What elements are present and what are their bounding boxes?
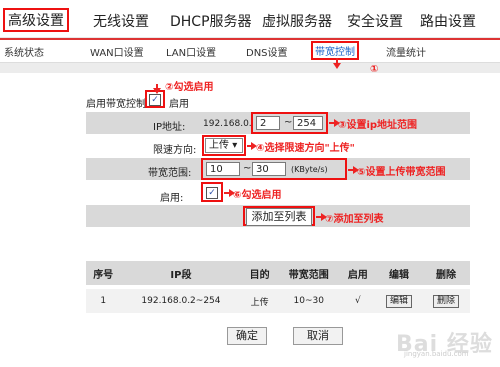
annotation-3: ③设置ip地址范围 <box>338 120 418 131</box>
sub-nav: 系统状态 WAN口设置 LAN口设置 DNS设置 带宽控制 流量统计 <box>0 40 500 62</box>
cell-direction: 上传 <box>241 287 278 313</box>
cancel-button[interactable]: 取消 <box>293 327 343 345</box>
rule-enable-label: 启用: <box>160 193 184 204</box>
enable-bandwidth-label: 启用带宽控制 <box>86 99 146 110</box>
cell-index: 1 <box>86 287 121 313</box>
ok-button[interactable]: 确定 <box>227 327 267 345</box>
bandwidth-label: 带宽范围: <box>148 168 192 179</box>
annotation-4: ④选择限速方向"上传" <box>256 143 355 154</box>
arrow-7 <box>316 213 327 221</box>
enable-text: 启用 <box>169 99 189 110</box>
arrow-1 <box>333 58 341 69</box>
ip-label: IP地址: <box>153 122 186 133</box>
subnav-wan-settings[interactable]: WAN口设置 <box>90 44 144 59</box>
bandwidth-separator: ~ <box>243 163 252 174</box>
nav-virtual-server[interactable]: 虚拟服务器 <box>262 11 332 31</box>
arrow-5 <box>348 166 359 174</box>
subnav-dns-settings[interactable]: DNS设置 <box>246 44 288 59</box>
bandwidth-unit: (KByte/s) <box>291 165 328 174</box>
watermark-url: jingyan.baidu.com <box>404 350 469 358</box>
subnav-lan-settings[interactable]: LAN口设置 <box>166 44 216 59</box>
annotation-6: ⑥勾选启用 <box>233 190 282 201</box>
direction-value: 上传 <box>209 140 229 151</box>
nav-wireless-settings[interactable]: 无线设置 <box>93 11 149 31</box>
add-to-list-button[interactable]: 添加至列表 <box>246 208 312 226</box>
table-row: 1 192.168.0.2~254 上传 10~30 √ 编辑 删除 <box>86 287 470 313</box>
header-bandwidth: 带宽范围 <box>277 261 340 289</box>
annotation-5: ⑤设置上传带宽范围 <box>357 167 446 178</box>
arrow-3 <box>329 119 340 127</box>
header-ip-range: IP段 <box>120 261 242 289</box>
annotation-1: ① <box>370 64 379 75</box>
annotation-2: ②勾选启用 <box>165 82 214 93</box>
nav-route-settings[interactable]: 路由设置 <box>420 11 476 31</box>
arrow-6 <box>224 189 235 197</box>
annotation-7: ⑦添加至列表 <box>325 214 384 225</box>
header-index: 序号 <box>86 261 121 289</box>
arrow-2 <box>153 84 161 94</box>
ip-start-input[interactable]: 2 <box>256 116 280 130</box>
subnav-traffic-stats[interactable]: 流量统计 <box>386 44 426 59</box>
subnav-system-status[interactable]: 系统状态 <box>4 44 44 59</box>
delete-button[interactable]: 删除 <box>433 294 460 308</box>
bandwidth-min-input[interactable]: 10 <box>206 162 240 176</box>
content-header-bar <box>0 62 500 73</box>
cell-edit: 编辑 <box>375 287 423 313</box>
chevron-down-icon: ▾ <box>232 140 238 151</box>
rule-enable-checkbox[interactable]: ✓ <box>206 187 218 199</box>
cell-bandwidth: 10~30 <box>277 287 340 313</box>
ip-end-input[interactable]: 254 <box>293 116 323 130</box>
subnav-bandwidth-control[interactable]: 带宽控制 <box>311 41 359 60</box>
edit-button[interactable]: 编辑 <box>385 294 412 308</box>
nav-dhcp-server[interactable]: DHCP服务器 <box>170 11 252 31</box>
nav-advanced-settings[interactable]: 高级设置 <box>3 8 69 32</box>
header-delete: 删除 <box>422 261 470 289</box>
cell-delete: 删除 <box>422 287 470 313</box>
ip-prefix: 192.168.0. <box>203 119 252 129</box>
cell-enabled: √ <box>339 287 376 313</box>
table-header-row: 序号 IP段 目的 带宽范围 启用 编辑 删除 <box>86 261 470 289</box>
header-enabled: 启用 <box>339 261 376 289</box>
rules-table: 序号 IP段 目的 带宽范围 启用 编辑 删除 1 192.168.0.2~25… <box>86 261 470 313</box>
direction-select[interactable]: 上传 ▾ <box>205 138 243 153</box>
header-direction: 目的 <box>241 261 278 289</box>
top-nav: 高级设置 无线设置 DHCP服务器 虚拟服务器 安全设置 路由设置 <box>0 0 500 38</box>
nav-security-settings[interactable]: 安全设置 <box>347 11 403 31</box>
enable-bandwidth-checkbox[interactable]: ✓ <box>149 94 161 106</box>
bandwidth-max-input[interactable]: 30 <box>252 162 286 176</box>
ip-range-separator: ~ <box>284 117 293 128</box>
direction-label: 限速方向: <box>153 145 197 156</box>
header-edit: 编辑 <box>375 261 423 289</box>
cell-ip-range: 192.168.0.2~254 <box>120 287 242 313</box>
arrow-4 <box>247 142 257 150</box>
